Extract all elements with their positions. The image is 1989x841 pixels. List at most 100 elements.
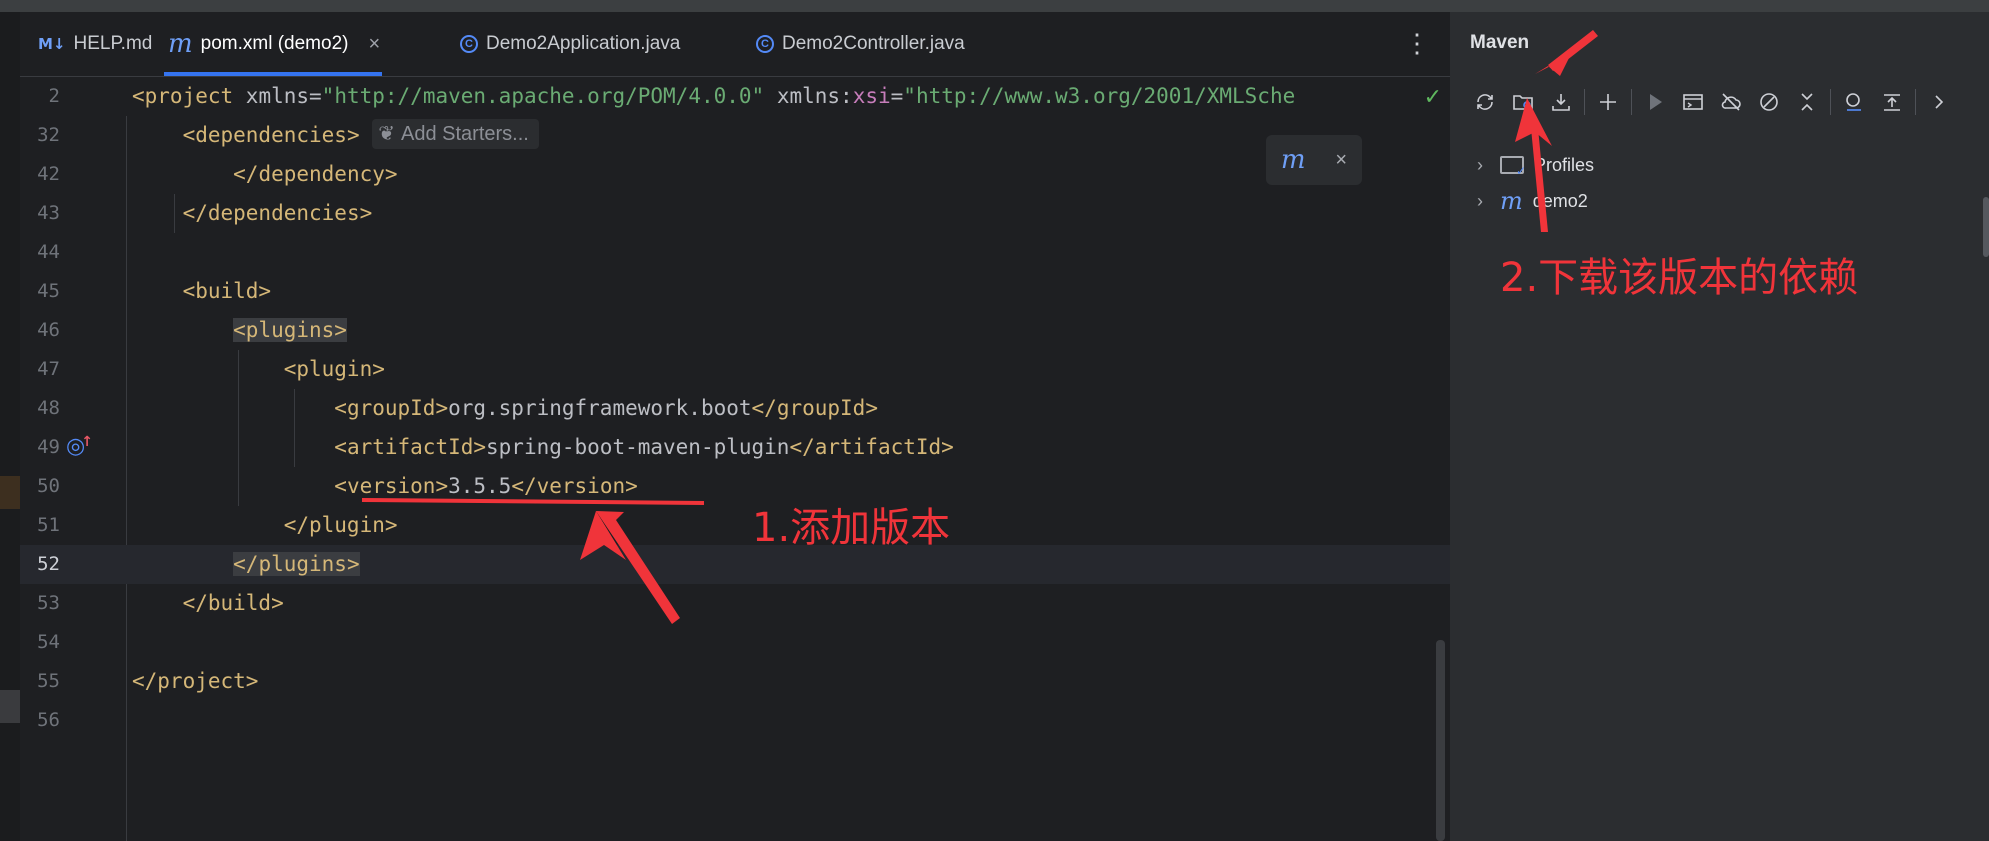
tab-demo2application[interactable]: C Demo2Application.java [460, 12, 680, 76]
code-line[interactable]: 43 </dependencies> [20, 194, 1450, 233]
code-line[interactable]: 51 </plugin> [20, 506, 1450, 545]
code-token: <groupId> [334, 396, 449, 420]
code-line[interactable]: 56 [20, 701, 1450, 740]
annotation-step1: 1.添加版本 [752, 505, 951, 551]
tab-demo2controller[interactable]: C Demo2Controller.java [756, 12, 965, 76]
code-line[interactable]: 45 <build> [20, 272, 1450, 311]
code-text: <plugins> [132, 311, 347, 350]
code-token: </build> [182, 591, 284, 615]
close-icon[interactable]: × [1335, 149, 1347, 172]
line-number[interactable]: 52 [20, 545, 60, 584]
tab-more-icon[interactable]: ⋮ [1404, 28, 1430, 59]
editor-tab-bar: M↓ HELP.md m pom.xml (demo2) × C Demo2Ap… [20, 12, 1450, 77]
code-token: = [890, 84, 904, 108]
add-project-icon[interactable] [1589, 83, 1627, 121]
editor-scrollbar[interactable] [1436, 640, 1445, 841]
code-token: </plugin> [283, 513, 398, 537]
toolbar-separator [1915, 89, 1916, 115]
more-icon[interactable] [1920, 83, 1958, 121]
code-token: <artifactId> [334, 435, 487, 459]
tree-item-label: demo2 [1532, 190, 1588, 211]
code-line[interactable]: 55 </project> [20, 662, 1450, 701]
line-number[interactable]: 45 [20, 272, 60, 311]
code-token: xmlns [245, 84, 310, 108]
line-number[interactable]: 2 [20, 77, 60, 116]
line-number[interactable]: 50 [20, 467, 60, 506]
tab-help-md[interactable]: M↓ HELP.md [38, 12, 152, 76]
code-line[interactable]: 42 </dependency> [20, 155, 1450, 194]
code-editor[interactable]: 2 <project xmlns="http://maven.apache.org… [20, 77, 1450, 841]
title-bar-strip [0, 0, 1989, 12]
chevron-right-icon[interactable]: › [1470, 155, 1490, 176]
show-settings-icon[interactable] [1873, 83, 1911, 121]
code-line[interactable]: 48 <groupId>org.springframework.boot</gr… [20, 389, 1450, 428]
tree-item-label: Profiles [1534, 154, 1595, 175]
line-number[interactable]: 51 [20, 506, 60, 545]
line-number[interactable]: 54 [20, 623, 60, 662]
code-token: "http://www.w3.org/2001/XMLSche [903, 84, 1296, 108]
code-line[interactable]: 46 <plugins> [20, 311, 1450, 350]
tree-item-demo2[interactable]: › m demo2 [1470, 184, 1588, 218]
plugin-gutter-icon[interactable]: ◎↑ [66, 434, 93, 459]
line-number[interactable]: 43 [20, 194, 60, 233]
class-icon: C [756, 35, 774, 53]
code-text: </build> [132, 584, 284, 623]
line-number[interactable]: 49 [20, 428, 60, 467]
no-problems-check-icon[interactable]: ✓ [1424, 77, 1442, 116]
line-number[interactable]: 55 [20, 662, 60, 701]
maven-module-icon: m [1500, 187, 1523, 215]
code-token: </version> [511, 474, 638, 498]
collapse-all-icon[interactable] [1788, 83, 1826, 121]
line-number[interactable]: 48 [20, 389, 60, 428]
line-number[interactable]: 42 [20, 155, 60, 194]
execute-goal-icon[interactable] [1674, 83, 1712, 121]
code-token: </dependency> [233, 162, 398, 186]
line-number[interactable]: 44 [20, 233, 60, 272]
panel-scrollbar[interactable] [1983, 197, 1989, 257]
code-line[interactable]: 53 </build> [20, 584, 1450, 623]
code-line[interactable]: 44 [20, 233, 1450, 272]
code-token: </project> [132, 669, 259, 693]
run-icon[interactable] [1636, 83, 1674, 121]
offline-mode-icon[interactable] [1712, 83, 1750, 121]
markdown-icon: M↓ [38, 35, 66, 53]
maven-reload-icon[interactable]: m [1281, 145, 1306, 175]
download-sources-icon[interactable] [1542, 83, 1580, 121]
close-tab-icon[interactable]: × [368, 33, 380, 56]
code-line[interactable]: 52 </plugins> [20, 545, 1450, 584]
code-line[interactable]: 54 [20, 623, 1450, 662]
code-token: </dependencies> [182, 201, 373, 225]
add-starters-button[interactable]: ❦ Add Starters... [372, 119, 539, 149]
analyze-dependencies-icon[interactable] [1835, 83, 1873, 121]
code-text: <project xmlns="http://maven.apache.org/… [132, 77, 1295, 116]
reload-project-icon[interactable] [1504, 83, 1542, 121]
line-number[interactable]: 46 [20, 311, 60, 350]
line-number[interactable]: 53 [20, 584, 60, 623]
line-number[interactable]: 32 [20, 116, 60, 155]
tab-pom-xml[interactable]: m pom.xml (demo2) × [163, 12, 383, 76]
maven-panel-title: Maven [1470, 32, 1530, 53]
toolbar-separator [1830, 89, 1831, 115]
code-text: <build> [132, 272, 272, 311]
line-number[interactable]: 56 [20, 701, 60, 740]
code-text: <artifactId>spring-boot-maven-plugin</ar… [132, 428, 954, 467]
code-line[interactable]: 50 <version>3.5.5</version> [20, 467, 1450, 506]
code-line[interactable]: 32 <dependencies> ❦ Add Starters... [20, 116, 1450, 155]
code-token: org.springframework.boot [448, 396, 752, 420]
skip-tests-icon[interactable] [1750, 83, 1788, 121]
tree-item-profiles[interactable]: › Profiles [1470, 148, 1594, 182]
reload-all-icon[interactable] [1466, 83, 1504, 121]
code-line[interactable]: 2 <project xmlns="http://maven.apache.org… [20, 77, 1450, 116]
maven-toolbar [1466, 82, 1958, 122]
maven-reload-popup[interactable]: m × [1266, 135, 1362, 185]
code-line[interactable]: 49 <artifactId>spring-boot-maven-plugin<… [20, 428, 1450, 467]
code-line[interactable]: 47 <plugin> [20, 350, 1450, 389]
chevron-right-icon[interactable]: › [1470, 191, 1490, 212]
line-number[interactable]: 47 [20, 350, 60, 389]
